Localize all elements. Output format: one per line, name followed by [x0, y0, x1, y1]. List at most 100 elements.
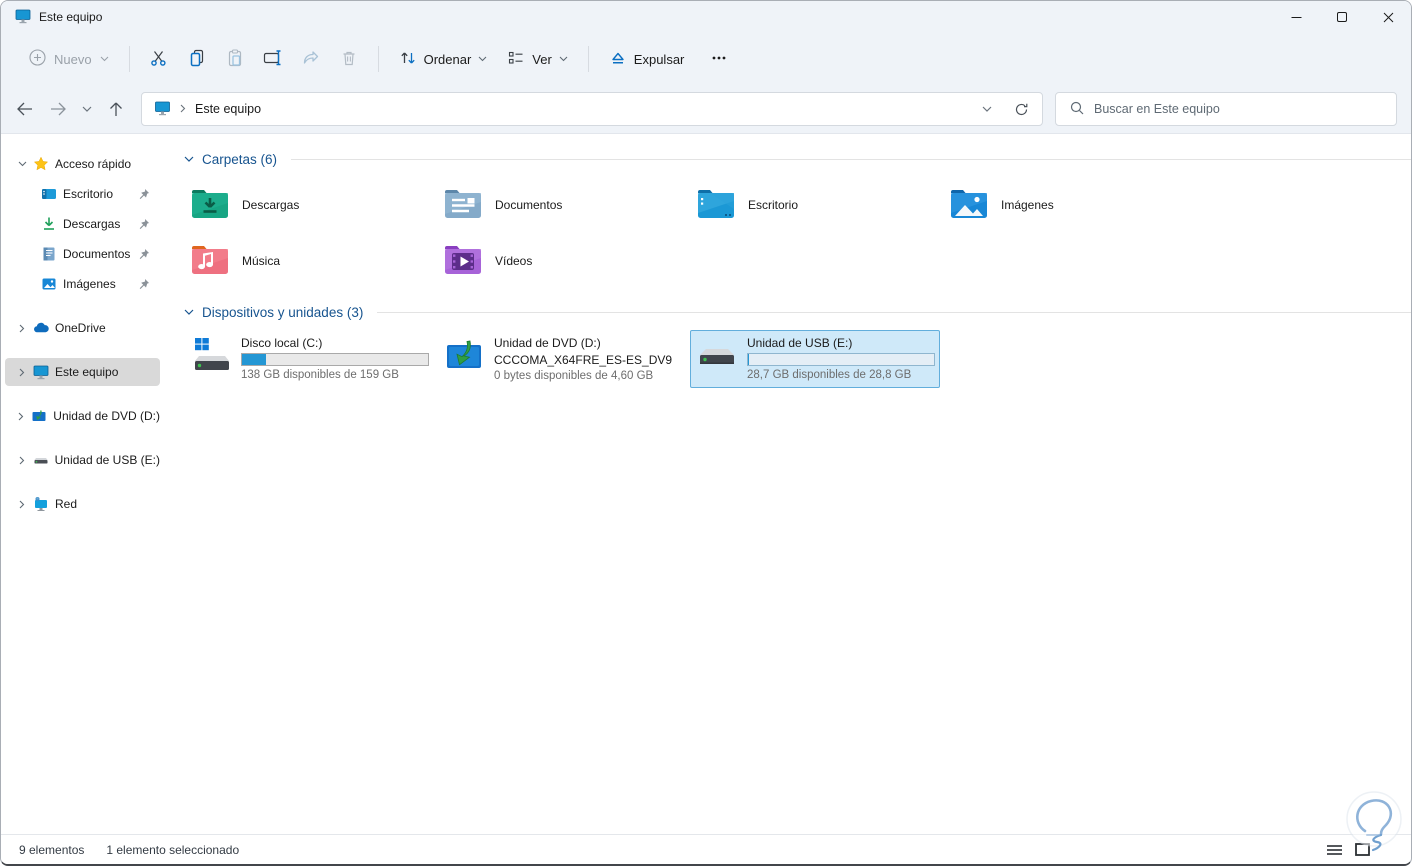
folder-tile-videos[interactable]: Vídeos: [437, 233, 677, 289]
titlebar[interactable]: Este equipo: [1, 1, 1411, 33]
sidebar-item-pictures[interactable]: Imágenes: [5, 270, 160, 298]
chevron-collapsed-icon[interactable]: [13, 368, 31, 377]
chevron-expanded-icon[interactable]: [13, 161, 31, 167]
minimize-button[interactable]: [1273, 1, 1319, 33]
refresh-button[interactable]: [1006, 95, 1036, 123]
usb-drive-icon: [33, 452, 49, 468]
drive-free-space: 0 bytes disponibles de 4,60 GB: [494, 370, 654, 382]
toolbar-separator: [128, 46, 130, 72]
chevron-down-icon: [478, 56, 487, 62]
selection-count: 1 elemento seleccionado: [106, 842, 240, 857]
more-options-button[interactable]: [700, 41, 738, 77]
sidebar-item-network[interactable]: Red: [5, 490, 160, 518]
folder-music-icon: [190, 244, 230, 279]
section-title: Carpetas (6): [202, 152, 278, 167]
pin-icon: [138, 278, 150, 290]
cut-button[interactable]: [140, 41, 178, 77]
share-icon: [301, 48, 321, 71]
usb-drive-icon: [697, 336, 737, 379]
rename-button[interactable]: [254, 41, 292, 77]
folder-tile-documents[interactable]: Documentos: [437, 177, 677, 233]
maximize-button[interactable]: [1319, 1, 1365, 33]
up-button[interactable]: [99, 92, 133, 126]
details-view-button[interactable]: [1325, 841, 1343, 859]
more-icon: [710, 49, 728, 70]
sidebar-item-dvd-drive[interactable]: Unidad de DVD (D:): [5, 402, 160, 430]
sort-button[interactable]: Ordenar: [389, 43, 498, 76]
downloads-icon: [41, 216, 57, 232]
folders-grid: Descargas Documentos Escritorio Imágenes…: [184, 177, 1411, 289]
drive-tile-local-disk-c[interactable]: Disco local (C:) 138 GB disponibles de 1…: [184, 330, 434, 388]
drive-name: Unidad de DVD (D:): [494, 336, 601, 350]
drive-tile-dvd-d[interactable]: Unidad de DVD (D:) CCCOMA_X64FRE_ES-ES_D…: [437, 330, 687, 388]
sidebar-item-usb-drive[interactable]: Unidad de USB (E:): [5, 446, 160, 474]
section-rule: [377, 312, 1411, 313]
folder-tile-pictures[interactable]: Imágenes: [943, 177, 1183, 233]
drive-usage-fill: [748, 354, 749, 365]
copy-icon: [187, 48, 207, 71]
folder-label: Documentos: [495, 198, 563, 212]
sidebar-item-label: Descargas: [63, 217, 121, 231]
back-button[interactable]: [7, 92, 41, 126]
folder-tile-downloads[interactable]: Descargas: [184, 177, 424, 233]
folder-tile-desktop[interactable]: Escritorio: [690, 177, 930, 233]
window-controls: [1273, 1, 1411, 33]
sidebar-item-desktop[interactable]: Escritorio: [5, 180, 160, 208]
eject-button[interactable]: Expulsar: [599, 43, 695, 76]
paste-button[interactable]: [216, 41, 254, 77]
address-bar[interactable]: Este equipo: [141, 92, 1043, 126]
new-button[interactable]: Nuevo: [19, 43, 119, 75]
sidebar-item-label: Unidad de USB (E:): [54, 453, 160, 467]
address-dropdown-button[interactable]: [972, 95, 1002, 123]
sidebar-item-quick-access[interactable]: Acceso rápido: [5, 150, 160, 178]
recent-locations-button[interactable]: [75, 92, 99, 126]
content-area: Acceso rápido Escritorio Descargas Docum…: [1, 134, 1411, 834]
section-rule: [291, 159, 1411, 160]
drive-volume-label: CCCOMA_X64FRE_ES-ES_DV9: [494, 353, 673, 367]
view-button[interactable]: Ver: [497, 43, 578, 76]
copy-button[interactable]: [178, 41, 216, 77]
section-collapse-icon[interactable]: [184, 309, 194, 316]
sidebar-item-onedrive[interactable]: OneDrive: [5, 314, 160, 342]
item-count: 9 elementos: [19, 842, 85, 857]
command-toolbar: Nuevo Ordenar Ver Expulsar: [1, 33, 1411, 85]
sidebar-item-downloads[interactable]: Descargas: [5, 210, 160, 238]
address-bar-controls: [972, 95, 1036, 123]
chevron-collapsed-icon[interactable]: [13, 456, 31, 465]
sort-button-label: Ordenar: [423, 51, 472, 67]
section-collapse-icon[interactable]: [184, 156, 194, 163]
sidebar-item-label: Documentos: [63, 247, 131, 261]
section-header-devices[interactable]: Dispositivos y unidades (3): [184, 305, 1411, 320]
search-icon: [1070, 101, 1084, 118]
view-icon: [507, 49, 525, 70]
share-button[interactable]: [292, 41, 330, 77]
thumbnail-view-button[interactable]: [1353, 841, 1371, 859]
close-button[interactable]: [1365, 1, 1411, 33]
sidebar-item-label: Red: [55, 497, 78, 511]
chevron-collapsed-icon[interactable]: [13, 324, 31, 333]
chevron-collapsed-icon[interactable]: [13, 412, 29, 421]
delete-button[interactable]: [330, 41, 368, 77]
search-input[interactable]: [1094, 102, 1386, 116]
this-pc-icon: [15, 8, 31, 27]
this-pc-icon: [33, 364, 49, 380]
folder-label: Escritorio: [748, 198, 799, 212]
sidebar-item-label: OneDrive: [55, 321, 106, 335]
delete-icon: [339, 48, 359, 71]
drive-info: Unidad de USB (E:) 28,7 GB disponibles d…: [747, 336, 935, 381]
forward-button[interactable]: [41, 92, 75, 126]
search-box[interactable]: [1055, 92, 1397, 126]
sidebar-item-this-pc[interactable]: Este equipo: [5, 358, 160, 386]
view-toggles: [1325, 841, 1371, 859]
section-header-folders[interactable]: Carpetas (6): [184, 152, 1411, 167]
drive-tile-usb-e[interactable]: Unidad de USB (E:) 28,7 GB disponibles d…: [690, 330, 940, 388]
chevron-down-icon: [100, 56, 109, 62]
drives-row: Disco local (C:) 138 GB disponibles de 1…: [184, 330, 1411, 388]
sidebar-item-label: Este equipo: [55, 365, 119, 379]
sidebar-item-documents[interactable]: Documentos: [5, 240, 160, 268]
chevron-collapsed-icon[interactable]: [13, 500, 31, 509]
folder-tile-music[interactable]: Música: [184, 233, 424, 289]
breadcrumb-root[interactable]: Este equipo: [195, 102, 261, 116]
drive-name: Unidad de USB (E:): [747, 336, 853, 350]
